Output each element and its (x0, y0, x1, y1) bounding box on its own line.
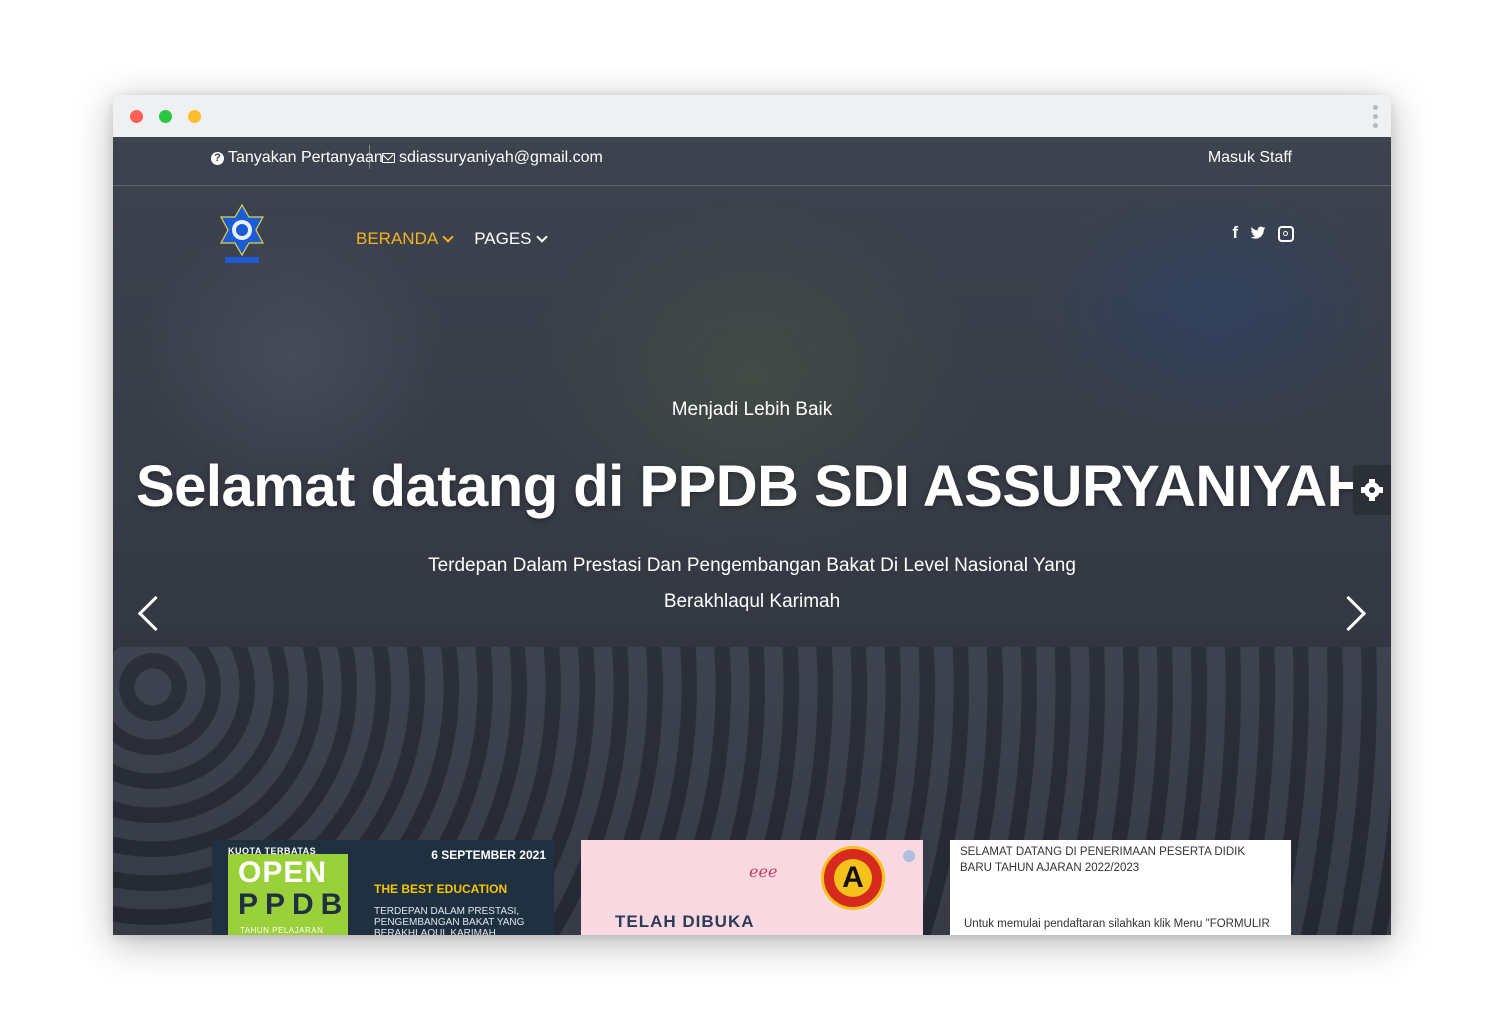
maximize-window-button[interactable] (159, 110, 172, 123)
card-open-ppdb[interactable]: KUOTA TERBATAS OPEN PPDB TAHUN PELAJARAN… (212, 840, 554, 935)
hero-slide-content: Menjadi Lebih Baik Selamat datang di PPD… (113, 399, 1391, 620)
card-date: 6 SEPTEMBER 2021 (431, 848, 546, 862)
decorative-bubble (903, 850, 915, 862)
minimize-window-button[interactable] (188, 110, 201, 123)
school-logo[interactable] (215, 203, 269, 271)
settings-toggle[interactable] (1353, 465, 1391, 515)
chevron-down-icon (442, 231, 454, 243)
nav-label-beranda: BERANDA (356, 229, 439, 248)
card-subtitle: TERDEPAN DALAM PRESTASI, PENGEMBANGAN BA… (374, 906, 525, 935)
instagram-icon[interactable] (1278, 226, 1294, 242)
top-info-bar: ? Tanyakan Pertanyaan sdiassuryaniyah@gm… (113, 137, 1391, 186)
question-circle-icon: ? (211, 151, 224, 165)
nav-label-pages: PAGES (474, 229, 532, 248)
gear-icon (1361, 479, 1383, 501)
browser-menu-icon[interactable] (1373, 105, 1379, 132)
card-body: Untuk memulai pendaftaran silahkan klik … (964, 918, 1270, 930)
open-text: OPEN (238, 856, 328, 889)
close-window-button[interactable] (130, 110, 143, 123)
card-heading: SELAMAT DATANG DI PENERIMAAN PESERTA DID… (960, 846, 1246, 874)
envelope-icon (382, 153, 395, 163)
ppdb-text: PPDB (238, 888, 350, 921)
main-navigation: BERANDA PAGES (356, 229, 548, 249)
hero-eyebrow: Menjadi Lebih Baik (671, 399, 833, 420)
social-links: f (1232, 223, 1294, 243)
accreditation-grade: A (834, 859, 872, 897)
page-viewport: ? Tanyakan Pertanyaan sdiassuryaniyah@gm… (113, 137, 1391, 935)
accreditation-badge: A (821, 846, 885, 910)
card-telah-dibuka[interactable]: ℯℯℯ A TELAH DIBUKA (581, 840, 923, 935)
browser-window: ? Tanyakan Pertanyaan sdiassuryaniyah@gm… (113, 95, 1391, 935)
facebook-icon[interactable]: f (1232, 223, 1238, 243)
browser-chrome (113, 95, 1391, 137)
nav-item-pages[interactable]: PAGES (474, 229, 548, 249)
hero-description: Terdepan Dalam Prestasi Dan Pengembangan… (428, 555, 1076, 612)
email-link[interactable]: sdiassuryaniyah@gmail.com (382, 149, 603, 167)
staff-login-link[interactable]: Masuk Staff (1208, 149, 1292, 167)
chevron-down-icon (535, 231, 548, 243)
year-text: TAHUN PELAJARAN (240, 926, 324, 935)
card-welcome-text[interactable]: SELAMAT DATANG DI PENERIMAAN PESERTA DID… (950, 840, 1291, 935)
card-best-education: THE BEST EDUCATION (374, 882, 508, 896)
email-address: sdiassuryaniyah@gmail.com (399, 149, 603, 166)
card-title: TELAH DIBUKA (615, 912, 755, 931)
ask-question-link[interactable]: ? Tanyakan Pertanyaan (211, 149, 383, 167)
ask-question-label: Tanyakan Pertanyaan (228, 149, 383, 166)
open-ppdb-badge: OPEN PPDB TAHUN PELAJARAN (228, 854, 348, 935)
nav-item-beranda[interactable]: BERANDA (356, 229, 454, 249)
topbar-divider (369, 145, 370, 169)
hero-headline: Selamat datang di PPDB SDI ASSURYANIYAH (135, 454, 1369, 519)
decorative-squiggle: ℯℯℯ (749, 864, 778, 881)
twitter-icon[interactable] (1250, 225, 1266, 241)
